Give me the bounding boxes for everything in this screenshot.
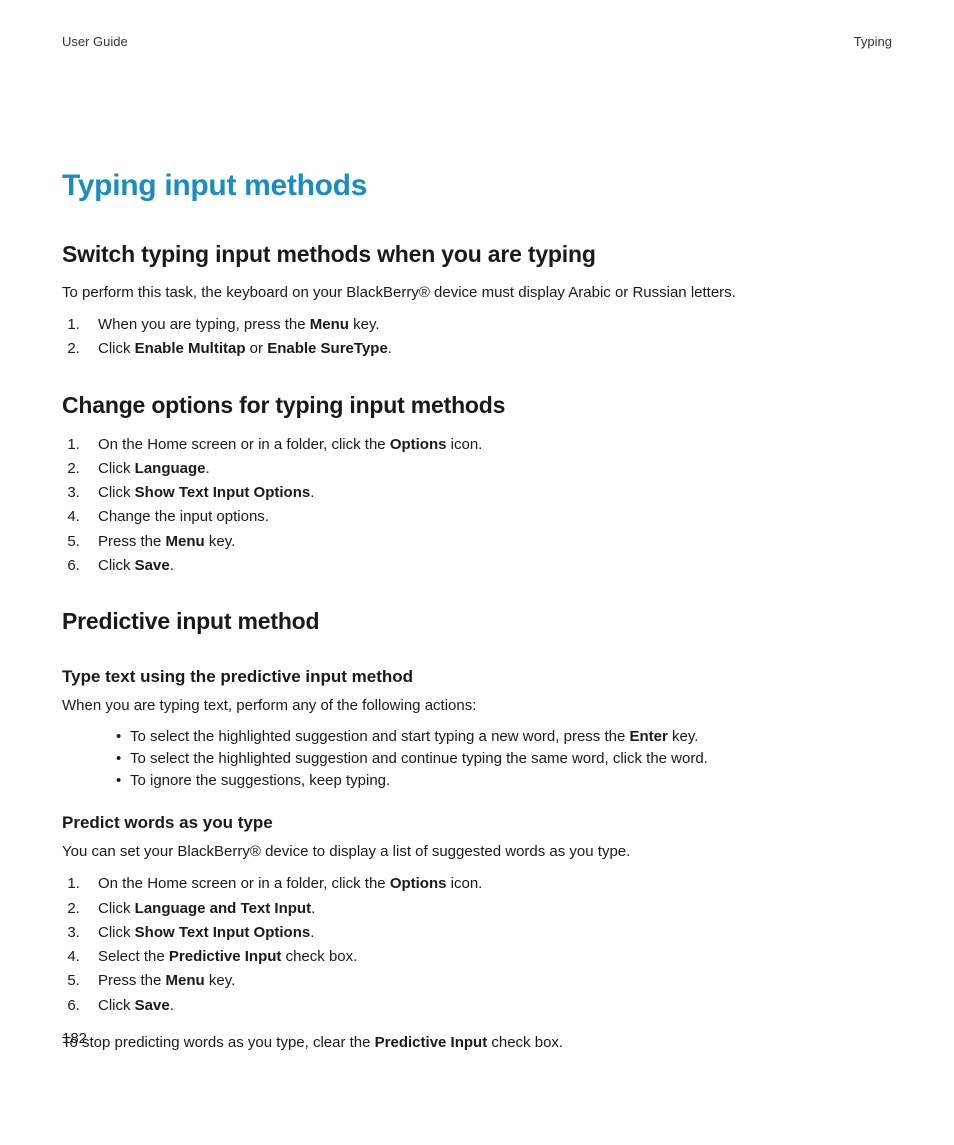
list-item: Click Enable Multitap or Enable SureType… [84,337,892,360]
list-item: When you are typing, press the Menu key. [84,313,892,336]
list-item: Press the Menu key. [84,530,892,553]
list-item: On the Home screen or in a folder, click… [84,872,892,895]
list-item: To select the highlighted suggestion and… [116,726,892,748]
list-item: Click Save. [84,554,892,577]
section-predictive-heading: Predictive input method [62,608,892,635]
page-number: 182 [62,1030,87,1047]
list-item: Select the Predictive Input check box. [84,945,892,968]
list-item: Click Show Text Input Options. [84,481,892,504]
sub-predict-outro: To stop predicting words as you type, cl… [62,1032,892,1053]
page-header: User Guide Typing [62,34,892,49]
list-item: Click Save. [84,994,892,1017]
sub-predict-intro: You can set your BlackBerry® device to d… [62,841,892,862]
section-switch-steps: When you are typing, press the Menu key.… [62,313,892,361]
header-right: Typing [854,34,892,49]
list-item: Change the input options. [84,505,892,528]
list-item: On the Home screen or in a folder, click… [84,433,892,456]
list-item: Click Language and Text Input. [84,897,892,920]
sub-type-text-heading: Type text using the predictive input met… [62,667,892,687]
page-title: Typing input methods [62,169,892,203]
section-change-steps: On the Home screen or in a folder, click… [62,433,892,578]
page-container: User Guide Typing Typing input methods S… [0,0,954,1103]
list-item: To ignore the suggestions, keep typing. [116,770,892,792]
sub-type-text-intro: When you are typing text, perform any of… [62,695,892,716]
list-item: Click Show Text Input Options. [84,921,892,944]
list-item: To select the highlighted suggestion and… [116,748,892,770]
sub-predict-heading: Predict words as you type [62,813,892,833]
sub-type-text-bullets: To select the highlighted suggestion and… [62,726,892,791]
section-switch-intro: To perform this task, the keyboard on yo… [62,282,892,303]
header-left: User Guide [62,34,128,49]
sub-predict-steps: On the Home screen or in a folder, click… [62,872,892,1017]
section-switch-heading: Switch typing input methods when you are… [62,241,892,268]
list-item: Press the Menu key. [84,969,892,992]
section-change-heading: Change options for typing input methods [62,392,892,419]
list-item: Click Language. [84,457,892,480]
